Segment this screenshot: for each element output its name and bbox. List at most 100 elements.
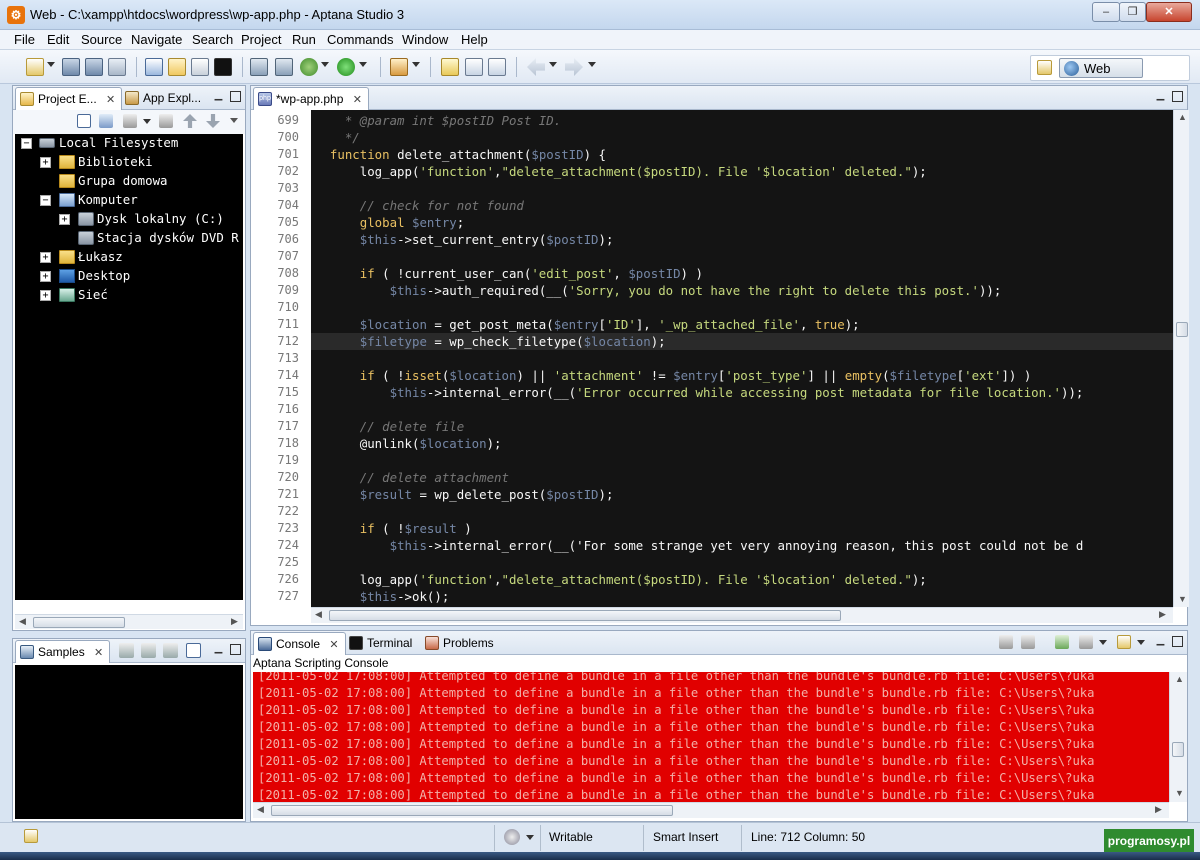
- close-button[interactable]: ✕: [1146, 2, 1192, 22]
- scrollbar-thumb[interactable]: [33, 617, 125, 628]
- menu-project[interactable]: Project: [241, 32, 281, 47]
- menu-help[interactable]: Help: [461, 32, 488, 47]
- minimize-panel-icon[interactable]: ▁: [1155, 91, 1166, 102]
- code-line[interactable]: log_app('function',"delete_attachment($p…: [315, 163, 927, 180]
- code-line[interactable]: $this->internal_error(__('For some stran…: [315, 537, 1084, 554]
- code-line[interactable]: log_app('function',"delete_attachment($p…: [315, 571, 927, 588]
- code-line[interactable]: @unlink($location);: [315, 435, 502, 452]
- code-line[interactable]: $this->ok();: [315, 588, 450, 605]
- preview-icon[interactable]: [191, 58, 209, 76]
- collapse-icon[interactable]: [186, 643, 201, 658]
- outline-icon[interactable]: [145, 58, 163, 76]
- code-area[interactable]: * @param int $postID Post ID. */ functio…: [311, 110, 1173, 607]
- panel-menu-icon[interactable]: [230, 118, 238, 123]
- code-line[interactable]: // delete file: [315, 418, 464, 435]
- collapse-toggle-icon[interactable]: −: [21, 138, 32, 149]
- terminal-icon[interactable]: [214, 58, 232, 76]
- sync-icon[interactable]: [275, 58, 293, 76]
- maximize-panel-icon[interactable]: [1172, 636, 1183, 647]
- scroll-left-icon[interactable]: ◀: [315, 609, 322, 620]
- forward-dropdown-icon[interactable]: [588, 62, 596, 67]
- code-line[interactable]: function delete_attachment($postID) {: [315, 146, 606, 163]
- tools-icon[interactable]: [390, 58, 408, 76]
- code-line[interactable]: if ( !isset($location) || 'attachment' !…: [315, 367, 1032, 384]
- block-select-icon[interactable]: [465, 58, 483, 76]
- view-menu-dropdown-icon[interactable]: [143, 119, 151, 124]
- console-horizontal-scrollbar[interactable]: ◀ ▶: [253, 802, 1169, 818]
- code-line[interactable]: $this->auth_required(__('Sorry, you do n…: [315, 282, 1002, 299]
- collapse-toggle-icon[interactable]: −: [40, 195, 51, 206]
- book-icon[interactable]: [163, 643, 178, 658]
- tools-dropdown-icon[interactable]: [412, 62, 420, 67]
- menu-file[interactable]: File: [14, 32, 35, 47]
- tab-project-explorer[interactable]: Project E... ✕: [15, 87, 123, 110]
- minimize-panel-icon[interactable]: ▁: [1155, 636, 1166, 647]
- menu-window[interactable]: Window: [402, 32, 448, 47]
- tree-view-icon[interactable]: [168, 58, 186, 76]
- display-console-dropdown-icon[interactable]: [1099, 640, 1107, 645]
- editor-horizontal-scrollbar[interactable]: ◀ ▶: [311, 607, 1173, 623]
- scroll-right-icon[interactable]: ▶: [1159, 609, 1166, 620]
- tab-problems[interactable]: Problems: [421, 632, 500, 655]
- new-dropdown-icon[interactable]: [47, 62, 55, 67]
- expand-toggle-icon[interactable]: +: [40, 252, 51, 263]
- editor-vertical-scrollbar[interactable]: ▲ ▼: [1173, 110, 1189, 607]
- scroll-left-icon[interactable]: ◀: [19, 616, 26, 627]
- open-console-icon[interactable]: [1117, 635, 1131, 649]
- console-output[interactable]: [2011-05-02 17:08:00] Attempted to defin…: [253, 672, 1169, 802]
- gear-dropdown-icon[interactable]: [526, 835, 534, 840]
- print-icon[interactable]: [108, 58, 126, 76]
- gear-icon[interactable]: [504, 829, 520, 845]
- tab-wp-app-php[interactable]: php *wp-app.php ✕: [253, 87, 369, 110]
- tree-horizontal-scrollbar[interactable]: ◀ ▶: [15, 614, 243, 629]
- scrollbar-thumb[interactable]: [1176, 322, 1188, 337]
- open-perspective-icon[interactable]: [1037, 60, 1052, 75]
- code-line[interactable]: $this->internal_error(__('Error occurred…: [315, 384, 1084, 401]
- scrollbar-thumb[interactable]: [329, 610, 841, 621]
- close-tab-icon[interactable]: ✕: [353, 94, 362, 106]
- menu-run[interactable]: Run: [292, 32, 316, 47]
- expand-toggle-icon[interactable]: +: [40, 290, 51, 301]
- minimize-panel-icon[interactable]: ▁: [213, 644, 224, 655]
- code-line[interactable]: $filetype = wp_check_filetype($location)…: [315, 333, 666, 350]
- maximize-panel-icon[interactable]: [230, 91, 241, 102]
- pin-console-icon[interactable]: [1055, 635, 1069, 649]
- close-tab-icon[interactable]: ✕: [94, 647, 103, 659]
- run-icon[interactable]: [337, 58, 355, 76]
- link-editor-icon[interactable]: [99, 114, 113, 128]
- clear-console-icon[interactable]: [999, 635, 1013, 649]
- sort-icon[interactable]: [159, 114, 173, 128]
- menu-navigate[interactable]: Navigate: [131, 32, 182, 47]
- forward-arrow-icon[interactable]: [565, 58, 583, 76]
- menu-commands[interactable]: Commands: [327, 32, 393, 47]
- code-line[interactable]: $location = get_post_meta($entry['ID'], …: [315, 316, 860, 333]
- code-line[interactable]: $this->set_current_entry($postID);: [315, 231, 614, 248]
- menu-source[interactable]: Source: [81, 32, 122, 47]
- debug-dropdown-icon[interactable]: [321, 62, 329, 67]
- up-arrow-icon[interactable]: [183, 114, 197, 128]
- back-arrow-icon[interactable]: [527, 58, 545, 76]
- maximize-panel-icon[interactable]: [230, 644, 241, 655]
- scroll-left-icon[interactable]: ◀: [257, 804, 264, 815]
- code-line[interactable]: */: [315, 129, 360, 146]
- tab-console[interactable]: Console ✕: [253, 632, 346, 655]
- open-console-dropdown-icon[interactable]: [1137, 640, 1145, 645]
- save-all-icon[interactable]: [85, 58, 103, 76]
- menu-edit[interactable]: Edit: [47, 32, 69, 47]
- console-vertical-scrollbar[interactable]: ▲ ▼: [1169, 672, 1187, 802]
- run-dropdown-icon[interactable]: [359, 62, 367, 67]
- expand-toggle-icon[interactable]: +: [59, 214, 70, 225]
- code-line[interactable]: global $entry;: [315, 214, 464, 231]
- expand-toggle-icon[interactable]: +: [40, 157, 51, 168]
- highlight-icon[interactable]: [441, 58, 459, 76]
- code-line[interactable]: if ( !current_user_can('edit_post', $pos…: [315, 265, 703, 282]
- minimize-button[interactable]: –: [1092, 2, 1120, 22]
- show-whitespace-icon[interactable]: [488, 58, 506, 76]
- down-arrow-icon[interactable]: [206, 114, 220, 128]
- debug-icon[interactable]: [300, 58, 318, 76]
- scroll-up-icon[interactable]: ▲: [1178, 112, 1187, 122]
- code-line[interactable]: // delete attachment: [315, 469, 509, 486]
- tab-terminal[interactable]: Terminal: [345, 632, 418, 655]
- scrollbar-thumb[interactable]: [271, 805, 673, 816]
- minimize-panel-icon[interactable]: ▁: [213, 91, 224, 102]
